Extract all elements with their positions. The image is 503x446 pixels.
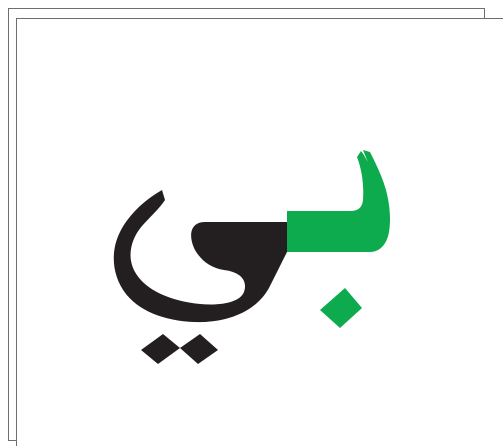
arabic-letters-logo xyxy=(113,150,390,364)
black-dot-right xyxy=(180,334,218,364)
black-dot-left xyxy=(141,334,180,364)
green-dot xyxy=(320,288,362,328)
green-ba-letter xyxy=(287,150,390,252)
black-ya-letter xyxy=(113,190,287,323)
image-canvas xyxy=(0,0,503,446)
